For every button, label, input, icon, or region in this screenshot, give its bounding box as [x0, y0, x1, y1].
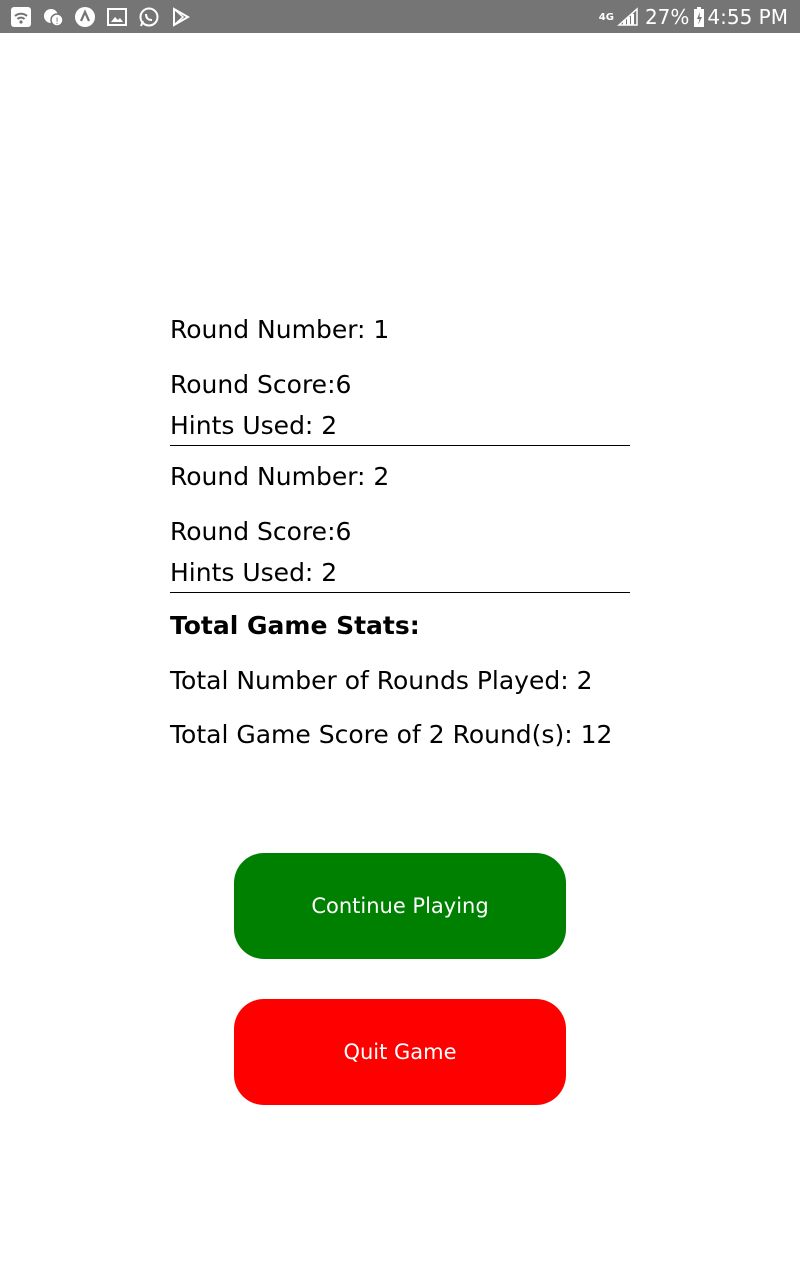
game-stats-panel: Round Number: 1 Round Score:6 Hints Used… — [170, 305, 630, 765]
round-score: Round Score:6 — [170, 516, 352, 546]
round-number: Round Number: 2 — [170, 462, 390, 491]
continue-playing-button[interactable]: Continue Playing — [234, 853, 566, 959]
image-icon — [106, 6, 128, 28]
whatsapp-icon — [138, 6, 160, 28]
network-type: 4G — [598, 11, 614, 23]
clock: 4:55 PM — [707, 5, 788, 29]
play-store-icon — [170, 6, 192, 28]
notification-icons: ! — [10, 5, 202, 29]
round-number: Round Number: 1 — [170, 315, 390, 344]
round-score: Round Score:6 — [170, 369, 352, 399]
hints-used: Hints Used: 2 — [170, 411, 338, 440]
total-rounds-played: Total Number of Rounds Played: 2 — [170, 665, 593, 695]
battery-percent: 27% — [644, 5, 690, 29]
battery-charging-icon — [693, 6, 705, 28]
status-indicators: 4G 27% 4:55 PM — [599, 3, 788, 31]
wifi-icon — [10, 6, 32, 28]
round-2-stats: Round Number: 2 Round Score:6 Hints Used… — [170, 452, 630, 593]
hints-used: Hints Used: 2 — [170, 558, 338, 587]
round-1-stats: Round Number: 1 Round Score:6 Hints Used… — [170, 305, 630, 446]
svg-text:!: ! — [55, 17, 59, 27]
total-stats-heading: Total Game Stats: — [170, 611, 420, 640]
quit-game-button[interactable]: Quit Game — [234, 999, 566, 1105]
total-game-score: Total Game Score of 2 Round(s): 12 — [170, 720, 613, 749]
signal-icon — [616, 7, 639, 27]
chat-bubble-icon: ! — [42, 6, 64, 28]
app-a-icon — [74, 6, 96, 28]
status-bar: ! 4G 27% 4:55 PM — [0, 0, 800, 33]
